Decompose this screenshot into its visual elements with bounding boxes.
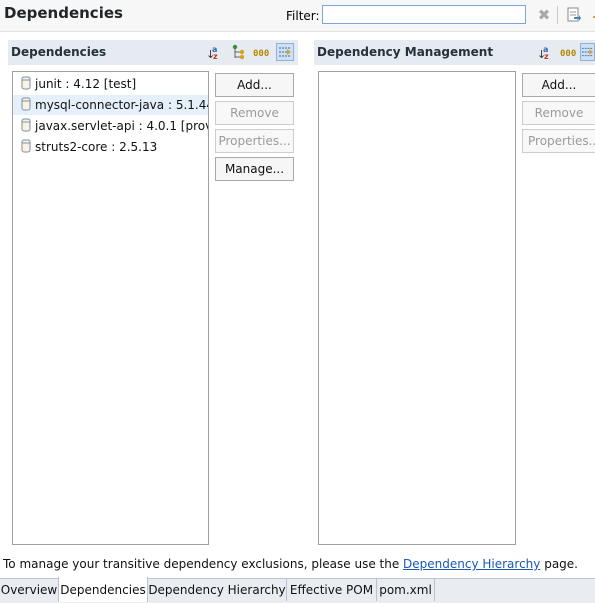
dependency-properties-button[interactable]: Properties... (215, 129, 294, 153)
toggle-view-icon[interactable] (276, 43, 294, 61)
svg-text:000: 000 (560, 49, 576, 59)
remove-dependency-button[interactable]: Remove (215, 101, 294, 125)
dependency-label: struts2-core : 2.5.13 (35, 140, 158, 154)
managed-dependency-properties-button[interactable]: Properties... (522, 129, 595, 153)
show-version-icon[interactable]: 000 (252, 43, 270, 61)
page-title: Dependencies (4, 4, 123, 22)
svg-text:000: 000 (253, 49, 269, 59)
tab-effective-pom[interactable]: Effective POM (287, 579, 377, 601)
note-prefix: To manage your transitive dependency exc… (3, 557, 404, 571)
filter-input[interactable] (322, 5, 526, 24)
jar-icon (21, 118, 31, 135)
sort-az-icon[interactable]: ↓ a z (205, 43, 223, 61)
dependency-label: javax.servlet-api : 4.0.1 [provided] (35, 119, 208, 133)
tab-dependency-hierarchy[interactable]: Dependency Hierarchy (148, 579, 287, 601)
export-icon[interactable] (566, 7, 582, 23)
filter-label: Filter: (286, 9, 320, 23)
jar-icon (21, 139, 31, 156)
note-suffix: page. (540, 557, 578, 571)
dependency-list-item[interactable]: mysql-connector-java : 5.1.44 (13, 95, 209, 115)
dependency-list-item[interactable]: javax.servlet-api : 4.0.1 [provided] (13, 116, 208, 136)
show-group-icon[interactable] (230, 43, 248, 61)
tab-pom-xml[interactable]: pom.xml (377, 579, 435, 601)
svg-text:z: z (544, 52, 549, 60)
show-version-icon[interactable]: 000 (559, 43, 577, 61)
dependency-list-item[interactable]: struts2-core : 2.5.13 (13, 137, 208, 157)
add-dependency-button[interactable]: Add... (215, 73, 294, 97)
dependency-hierarchy-link[interactable]: Dependency Hierarchy (403, 557, 540, 571)
clear-filter-icon[interactable]: ✖ (536, 6, 552, 24)
jar-icon (21, 76, 31, 93)
more-icon[interactable] (588, 7, 595, 23)
dependency-label: mysql-connector-java : 5.1.44 (35, 98, 209, 112)
toolbar-separator (557, 6, 558, 24)
dependency-label: junit : 4.12 [test] (35, 77, 137, 91)
remove-managed-dependency-button[interactable]: Remove (522, 101, 595, 125)
dependencies-section-title: Dependencies (11, 45, 107, 59)
add-managed-dependency-button[interactable]: Add... (522, 73, 595, 97)
sort-az-icon[interactable]: ↓ a z (536, 43, 554, 61)
jar-icon (21, 97, 31, 114)
tab-overview[interactable]: Overview (0, 579, 59, 601)
svg-text:z: z (213, 52, 218, 60)
manage-dependencies-button[interactable]: Manage... (215, 157, 294, 181)
dependency-list-item[interactable]: junit : 4.12 [test] (13, 74, 208, 94)
dependency-management-list[interactable] (318, 71, 516, 545)
tab-dependencies[interactable]: Dependencies (58, 577, 148, 602)
toggle-view-icon[interactable] (580, 43, 595, 61)
dependencies-list[interactable]: junit : 4.12 [test] mysql-connector-java … (12, 71, 209, 545)
transitive-exclusions-note: To manage your transitive dependency exc… (3, 557, 578, 571)
dependency-management-section-title: Dependency Management (317, 45, 494, 59)
